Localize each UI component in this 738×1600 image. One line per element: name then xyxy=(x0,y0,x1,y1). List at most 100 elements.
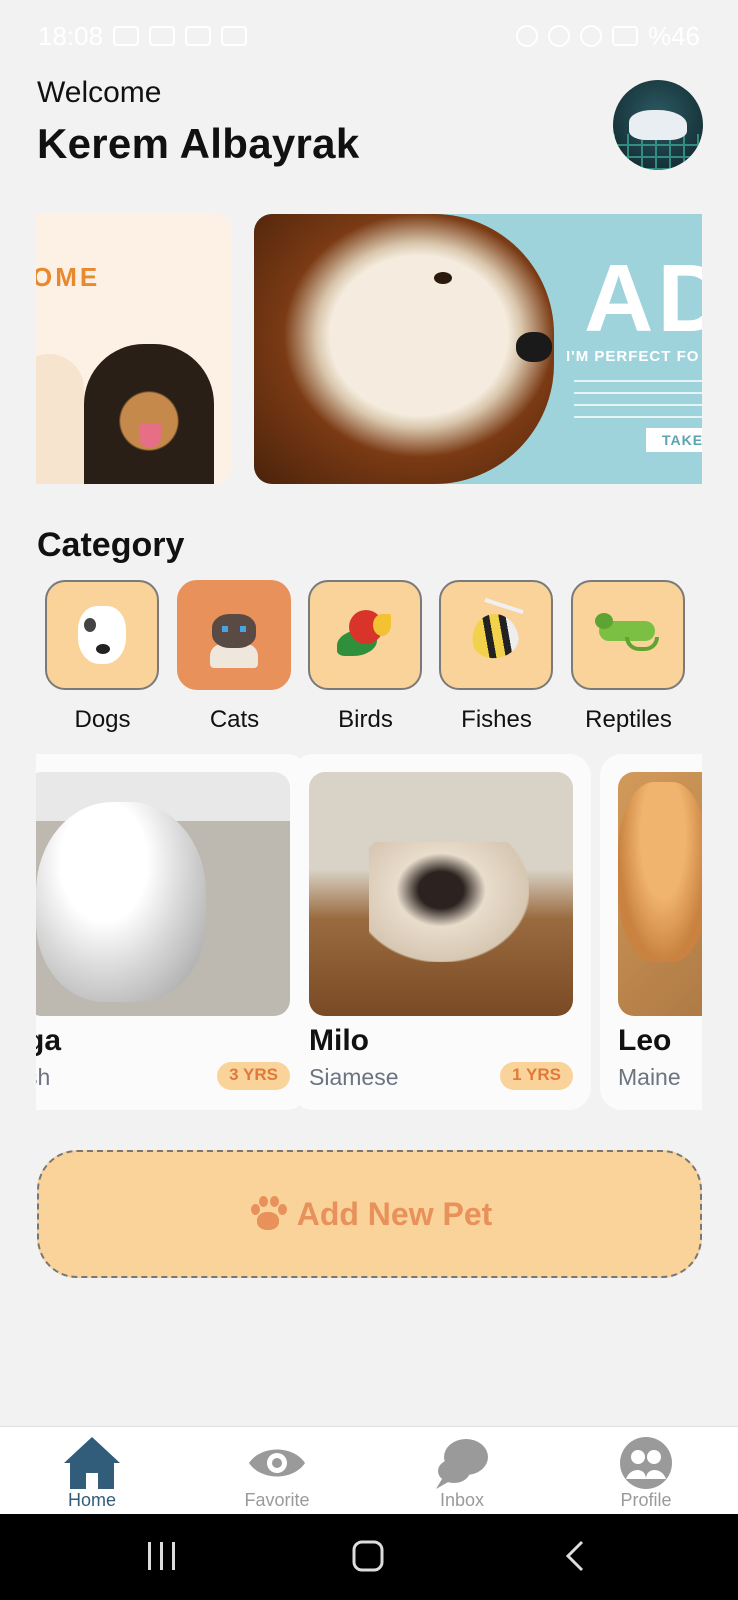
welcome-text: Welcome xyxy=(37,76,162,109)
category-box-selected[interactable] xyxy=(177,580,291,690)
category-box[interactable] xyxy=(571,580,685,690)
paw-toe xyxy=(258,1196,268,1207)
iguana-icon xyxy=(595,607,661,663)
pet-name: Milo xyxy=(309,1024,369,1057)
dog-nose xyxy=(516,332,552,362)
pet-photo xyxy=(309,772,573,1016)
pet-age-badge: 3 YRS xyxy=(217,1062,290,1090)
category-label: Reptiles xyxy=(585,706,672,733)
profile-icon xyxy=(620,1437,672,1489)
banner-adopt-me[interactable]: AD I'M PERFECT FO TAKE xyxy=(254,214,702,484)
wifi-icon xyxy=(579,25,602,47)
user-name: Kerem Albayrak xyxy=(37,120,360,167)
recent-apps-icon[interactable] xyxy=(132,1534,192,1580)
signal-icon xyxy=(611,26,638,46)
pet-photo xyxy=(618,772,702,1016)
dog-image xyxy=(84,344,214,484)
pet-breed: Siamese xyxy=(309,1064,399,1090)
fish-body xyxy=(468,610,522,662)
category-label: Birds xyxy=(338,706,393,733)
add-new-pet-label: Add New Pet xyxy=(296,1195,493,1232)
category-label: Dogs xyxy=(74,706,131,733)
status-right: %46 xyxy=(515,20,700,52)
iguana-head xyxy=(595,613,613,629)
pet-name: Leo xyxy=(618,1024,672,1057)
category-box[interactable] xyxy=(45,580,159,690)
polar-bear-image xyxy=(629,110,687,140)
category-label: Cats xyxy=(209,706,260,733)
category-label: Fishes xyxy=(461,706,532,733)
category-fishes[interactable]: Fishes xyxy=(439,580,554,740)
paw-toe xyxy=(250,1204,260,1215)
category-cats[interactable]: Cats xyxy=(177,580,292,740)
iguana-tail xyxy=(625,637,659,651)
status-time: 18:08 xyxy=(38,20,104,51)
fish-fin xyxy=(484,597,524,615)
category-box[interactable] xyxy=(439,580,553,690)
dog-tongue xyxy=(139,424,161,448)
fish-icon xyxy=(464,597,528,666)
cat-icon-eyes xyxy=(222,626,246,632)
cat-image xyxy=(618,782,702,962)
nav-home[interactable]: Home xyxy=(27,1433,157,1513)
pet-card[interactable]: Milo Siamese 1 YRS xyxy=(291,754,591,1110)
paw-toe xyxy=(277,1204,287,1215)
category-birds[interactable]: Birds xyxy=(308,580,423,740)
mail-icon xyxy=(185,26,212,46)
system-nav-bar xyxy=(0,1514,738,1600)
eye-icon xyxy=(249,1449,305,1477)
banner-subtitle: I'M PERFECT FO xyxy=(566,348,700,365)
category-list: Dogs Cats Birds Fishes Reptiles xyxy=(45,580,705,740)
pet-breed: sh xyxy=(36,1064,51,1090)
avatar[interactable] xyxy=(613,80,703,170)
cat-icon xyxy=(208,604,260,668)
paw-pad xyxy=(256,1212,279,1230)
status-left: 18:08 xyxy=(38,20,248,52)
banner-title: OME xyxy=(36,262,101,292)
nav-label: Profile xyxy=(620,1490,672,1510)
category-reptiles[interactable]: Reptiles xyxy=(571,580,686,740)
banner-take-button[interactable]: TAKE xyxy=(646,428,702,452)
category-box[interactable] xyxy=(308,580,422,690)
home-icon xyxy=(64,1437,120,1489)
banner-adopt-home[interactable]: OME xyxy=(36,214,232,484)
dog-image xyxy=(254,214,554,484)
mute-icon xyxy=(547,25,570,47)
home-button-icon[interactable] xyxy=(338,1534,398,1580)
image-icon xyxy=(221,26,248,46)
bluetooth-icon xyxy=(515,25,538,47)
pet-age-badge: 1 YRS xyxy=(500,1062,573,1090)
add-new-pet-button[interactable]: Add New Pet xyxy=(37,1150,702,1278)
paw-toe xyxy=(269,1196,279,1207)
status-bar: 18:08 %46 xyxy=(0,0,738,72)
dog-image xyxy=(36,354,84,484)
pet-photo xyxy=(36,772,290,1016)
chat-icon xyxy=(436,1439,488,1489)
banner-big-text: AD xyxy=(584,245,702,352)
dog-icon xyxy=(78,606,126,664)
nav-inbox[interactable]: Inbox xyxy=(397,1433,527,1513)
nav-label: Favorite xyxy=(244,1490,310,1510)
back-icon[interactable] xyxy=(546,1534,606,1580)
category-dogs[interactable]: Dogs xyxy=(45,580,160,740)
banner-fine-print xyxy=(574,374,702,418)
cat-image xyxy=(369,842,529,962)
banner-carousel[interactable]: OME AD I'M PERFECT FO TAKE xyxy=(36,214,702,484)
pet-list[interactable]: ga sh 3 YRS Milo Siamese 1 YRS Leo Maine xyxy=(36,754,702,1114)
parrot-icon xyxy=(335,604,395,666)
battery-level: %46 xyxy=(647,20,700,51)
nav-favorite[interactable]: Favorite xyxy=(212,1433,342,1513)
paw-icon xyxy=(247,1194,287,1234)
pet-name: ga xyxy=(36,1024,62,1057)
mail-icon xyxy=(149,26,176,46)
bottom-nav: Home Favorite Inbox Profile xyxy=(0,1426,738,1514)
pet-card[interactable]: Leo Maine xyxy=(600,754,702,1110)
dog-eye xyxy=(434,272,452,284)
header: Welcome Kerem Albayrak xyxy=(37,76,703,176)
cat-image xyxy=(36,802,206,1002)
pet-card[interactable]: ga sh 3 YRS xyxy=(36,754,308,1110)
nav-profile[interactable]: Profile xyxy=(581,1433,711,1513)
notification-icon xyxy=(113,26,140,46)
parrot-beak xyxy=(373,614,391,636)
category-title: Category xyxy=(37,526,185,564)
